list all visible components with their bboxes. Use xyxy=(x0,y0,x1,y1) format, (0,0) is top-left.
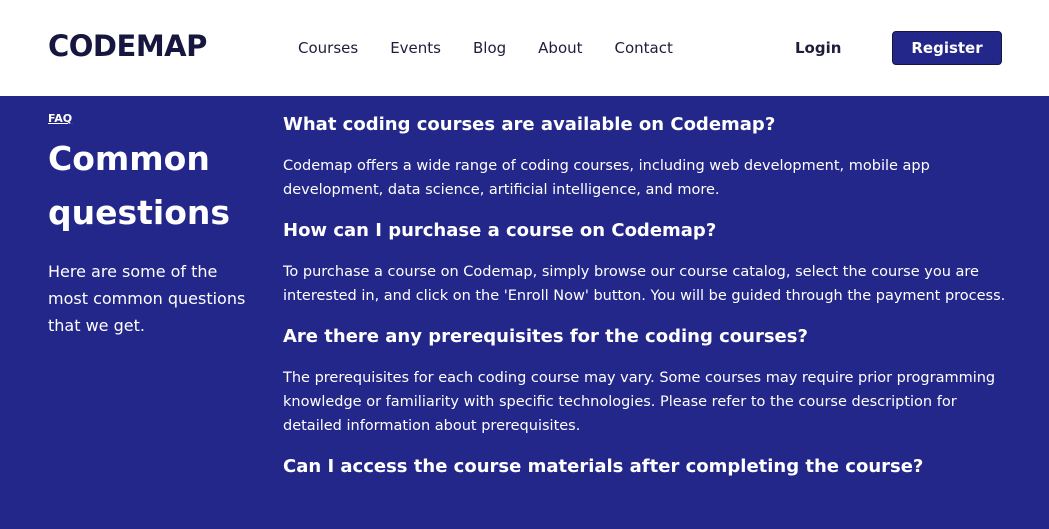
brand-logo[interactable]: CODEMAP xyxy=(48,29,207,63)
nav-link-about[interactable]: About xyxy=(538,38,582,58)
nav-link-events[interactable]: Events xyxy=(390,38,441,58)
faq-question: Can I access the course materials after … xyxy=(283,456,924,477)
register-button[interactable]: Register xyxy=(892,31,1002,65)
faq-item: Can I access the course materials after … xyxy=(283,455,1013,479)
nav-link-blog[interactable]: Blog xyxy=(473,38,506,58)
faq-title: Common questions xyxy=(48,139,231,232)
nav-link-courses[interactable]: Courses xyxy=(298,38,358,58)
faq-answer: Codemap offers a wide range of coding co… xyxy=(283,158,930,198)
faq-eyebrow: FAQ xyxy=(48,112,73,125)
login-link[interactable]: Login xyxy=(795,38,841,58)
faq-item: Are there any prerequisites for the codi… xyxy=(283,325,1013,438)
faq-item: How can I purchase a course on Codemap? … xyxy=(283,219,1013,308)
faq-question: How can I purchase a course on Codemap? xyxy=(283,220,717,241)
faq-list: What coding courses are available on Cod… xyxy=(283,113,1013,496)
faq-section: FAQ Common questions Here are some of th… xyxy=(0,96,1049,529)
faq-answer: To purchase a course on Codemap, simply … xyxy=(283,264,1006,304)
faq-question: What coding courses are available on Cod… xyxy=(283,114,776,135)
main-nav: Courses Events Blog About Contact xyxy=(298,38,705,58)
faq-answer: The prerequisites for each coding course… xyxy=(283,370,996,434)
navbar: CODEMAP Courses Events Blog About Contac… xyxy=(0,0,1049,96)
faq-item: What coding courses are available on Cod… xyxy=(283,113,1013,202)
faq-intro: Here are some of the most common questio… xyxy=(48,262,246,335)
faq-question: Are there any prerequisites for the codi… xyxy=(283,326,808,347)
nav-link-contact[interactable]: Contact xyxy=(615,38,673,58)
